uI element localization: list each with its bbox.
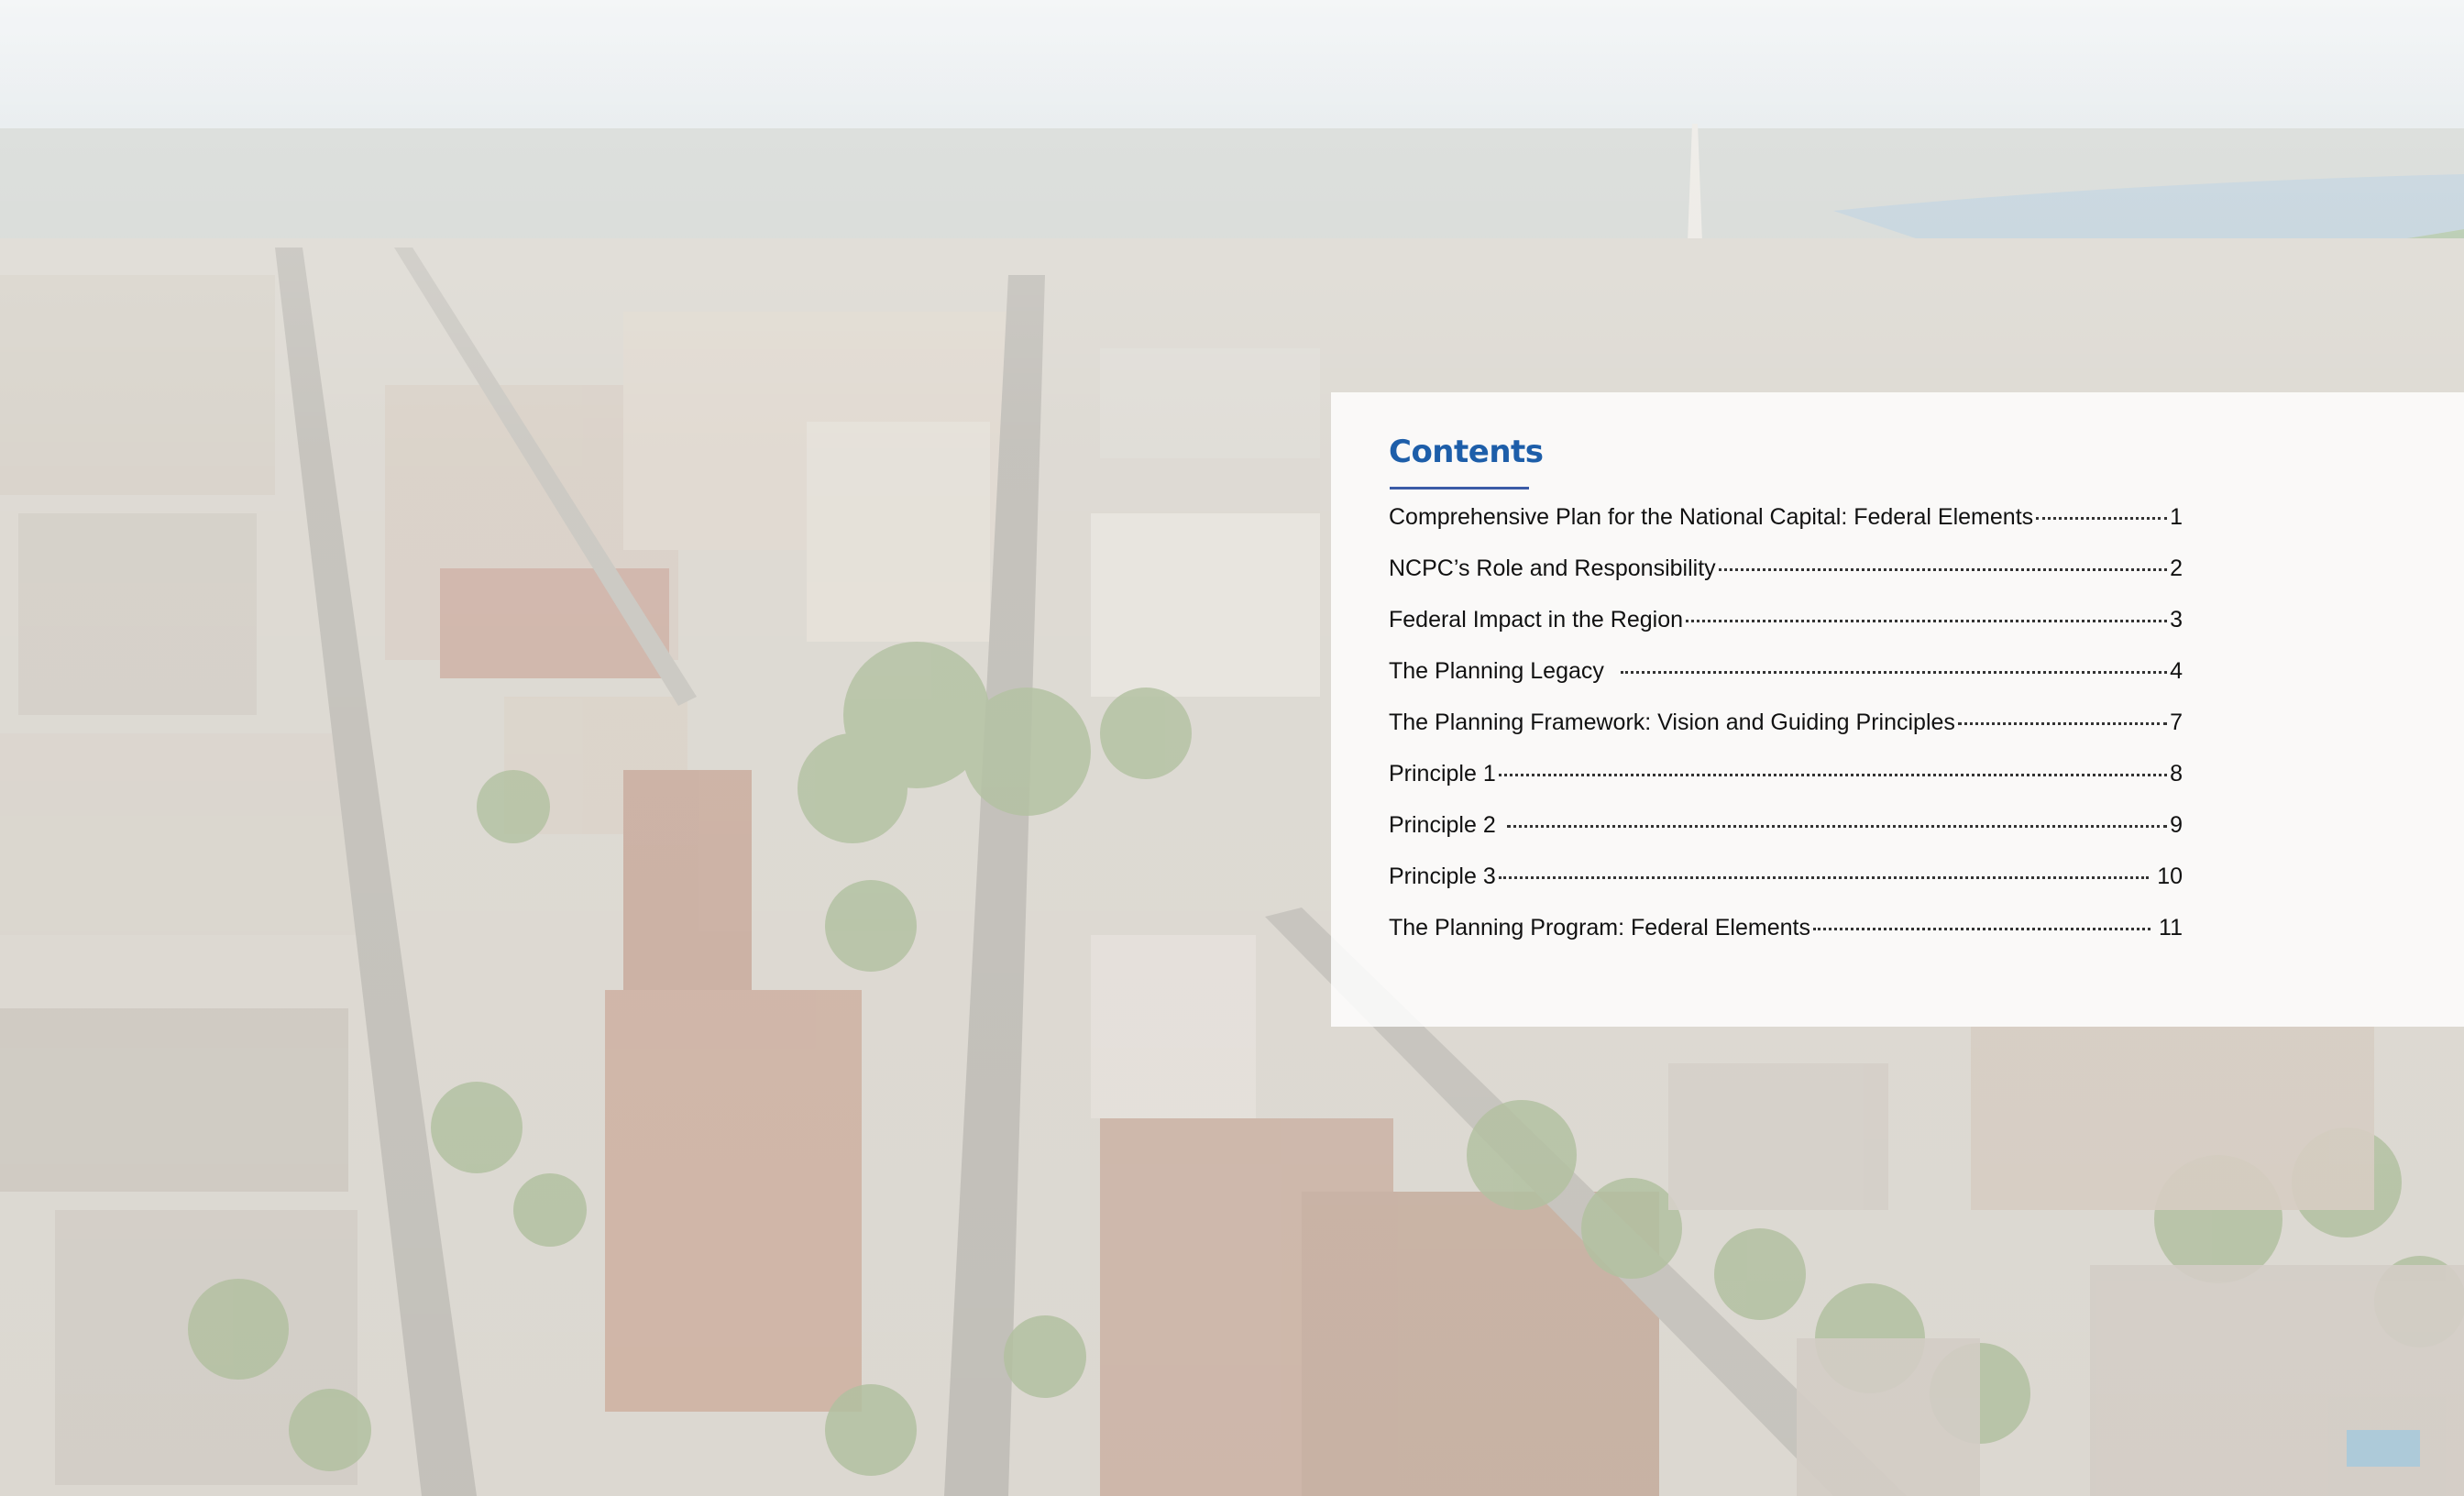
toc-entry[interactable]: NCPC’s Role and Responsibility 2 [1389,556,2183,607]
toc-entry-label: Principle 1 [1389,761,1496,786]
toc-dot-leader [1957,722,2168,725]
title-underline [1390,487,1529,490]
toc-entry-page: 7 [2170,710,2183,735]
toc-dot-leader [1812,928,2151,930]
toc-list: Comprehensive Plan for the National Capi… [1389,504,2183,966]
toc-entry[interactable]: The Planning Legacy 4 [1389,658,2183,710]
toc-entry[interactable]: Federal Impact in the Region 3 [1389,607,2183,658]
toc-entry[interactable]: Principle 3 10 [1389,864,2183,915]
toc-dot-leader [1498,774,2168,776]
toc-dot-leader [1506,825,2168,828]
toc-entry-page: 2 [2170,556,2183,581]
toc-entry-page: 8 [2170,761,2183,786]
toc-entry[interactable]: Principle 1 8 [1389,761,2183,812]
toc-entry[interactable]: Comprehensive Plan for the National Capi… [1389,504,2183,556]
contents-panel: Contents Comprehensive Plan for the Nati… [1331,392,2464,1027]
toc-entry[interactable]: The Planning Framework: Vision and Guidi… [1389,710,2183,761]
toc-entry-label: Comprehensive Plan for the National Capi… [1389,504,2034,530]
toc-entry-page: 4 [2170,658,2183,684]
toc-entry-label: Principle 3 [1389,864,1496,889]
toc-entry[interactable]: The Planning Program: Federal Elements 1… [1389,915,2183,966]
toc-entry-label: The Planning Legacy [1389,658,1604,684]
toc-entry-label: The Planning Program: Federal Elements [1389,915,1810,940]
toc-entry[interactable]: Principle 2 9 [1389,812,2183,864]
contents-title: Contents [1389,434,1544,470]
toc-dot-leader [2036,517,2168,520]
toc-dot-leader [1686,620,2168,622]
toc-dot-leader [1620,671,2168,674]
toc-dot-leader [1498,876,2150,879]
toc-entry-page: 3 [2170,607,2183,632]
toc-entry-label: Principle 2 [1389,812,1496,838]
toc-dot-leader [1718,568,2168,571]
toc-entry-page: 11 [2159,915,2183,940]
toc-entry-label: NCPC’s Role and Responsibility [1389,556,1716,581]
toc-entry-page: 9 [2170,812,2183,838]
toc-entry-page: 10 [2157,864,2183,889]
toc-entry-page: 1 [2170,504,2183,530]
toc-entry-label: The Planning Framework: Vision and Guidi… [1389,710,1955,735]
toc-entry-label: Federal Impact in the Region [1389,607,1684,632]
